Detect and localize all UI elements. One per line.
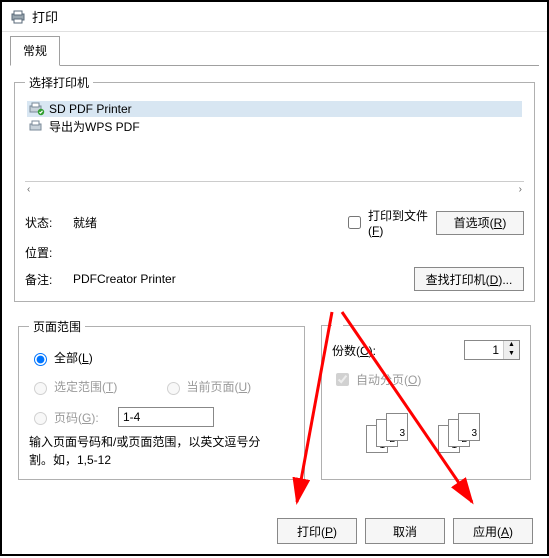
collate-label: 自动分页(O): [356, 371, 421, 388]
preferences-button[interactable]: 首选项(R): [436, 211, 524, 235]
dialog-footer: 打印(P) 取消 应用(A): [277, 518, 533, 544]
printer-item[interactable]: SD PDF Printer: [27, 101, 522, 117]
print-to-file-label: 打印到文件(F): [368, 207, 428, 238]
comment-label: 备注:: [25, 271, 73, 288]
print-to-file-input[interactable]: [348, 216, 361, 229]
tab-general[interactable]: 常规: [10, 36, 60, 66]
print-button[interactable]: 打印(P): [277, 518, 357, 544]
page-range-hint: 输入页面号码和/或页面范围，以英文逗号分 割。如，1,5-12: [29, 433, 294, 469]
range-selection-label: 选定范围(T): [54, 378, 117, 395]
apply-button[interactable]: 应用(A): [453, 518, 533, 544]
titlebar: 打印: [2, 2, 547, 32]
range-selection-row: 选定范围(T): [29, 378, 162, 395]
status-value: 就绪: [73, 214, 344, 231]
printer-select-group: 选择打印机 SD PDF Printer 导出为WPS PDF: [14, 74, 535, 302]
range-all-row[interactable]: 全部(L): [29, 349, 294, 366]
spin-down-icon[interactable]: ▼: [504, 350, 519, 359]
printer-icon: [10, 9, 26, 25]
range-current-label: 当前页面(U): [187, 378, 252, 395]
location-label: 位置:: [25, 244, 73, 261]
tabstrip: 常规: [10, 36, 539, 66]
printer-item-label: 导出为WPS PDF: [49, 118, 140, 135]
collate-input: [336, 373, 349, 386]
print-to-file-checkbox[interactable]: 打印到文件(F): [344, 207, 428, 238]
range-all-radio[interactable]: [34, 353, 47, 366]
printer-item[interactable]: 导出为WPS PDF: [27, 117, 522, 136]
range-current-radio: [167, 382, 180, 395]
printer-icon: [29, 120, 45, 134]
range-selection-radio: [34, 382, 47, 395]
status-label: 状态:: [25, 214, 73, 231]
page-range-group: 页面范围 全部(L) 选定范围(T) 当前页面(U) 页码(G):: [18, 318, 305, 480]
printer-select-legend: 选择打印机: [25, 74, 93, 91]
window-title: 打印: [32, 7, 58, 26]
printer-ready-icon: [29, 102, 45, 116]
copies-group: . 份数(C): ▲ ▼ 自动分页(O) 1 2: [321, 318, 531, 480]
comment-value: PDFCreator Printer: [73, 272, 344, 286]
scroll-right-icon[interactable]: ›: [519, 184, 522, 195]
copies-spinner[interactable]: ▲ ▼: [464, 340, 520, 360]
range-pages-radio: [34, 412, 47, 425]
cancel-button[interactable]: 取消: [365, 518, 445, 544]
range-pages-row[interactable]: 页码(G):: [29, 407, 294, 427]
horizontal-scrollbar[interactable]: ‹ ›: [25, 181, 524, 197]
range-current-row: 当前页面(U): [162, 378, 295, 395]
find-printer-button[interactable]: 查找打印机(D)...: [414, 267, 524, 291]
printer-list[interactable]: SD PDF Printer 导出为WPS PDF: [25, 99, 524, 179]
copies-label: 份数(C):: [332, 342, 376, 359]
printer-item-label: SD PDF Printer: [49, 102, 132, 116]
range-all-label: 全部(L): [54, 349, 93, 366]
scroll-left-icon[interactable]: ‹: [27, 184, 30, 195]
range-pages-label: 页码(G):: [54, 409, 114, 426]
spin-up-icon[interactable]: ▲: [504, 341, 519, 350]
copies-input[interactable]: [465, 343, 503, 357]
page-range-legend: 页面范围: [29, 318, 85, 335]
collate-checkbox: 自动分页(O): [332, 370, 520, 389]
pages-input[interactable]: [118, 407, 214, 427]
collate-illustration: 1 2 3 1 2 3: [332, 399, 520, 459]
